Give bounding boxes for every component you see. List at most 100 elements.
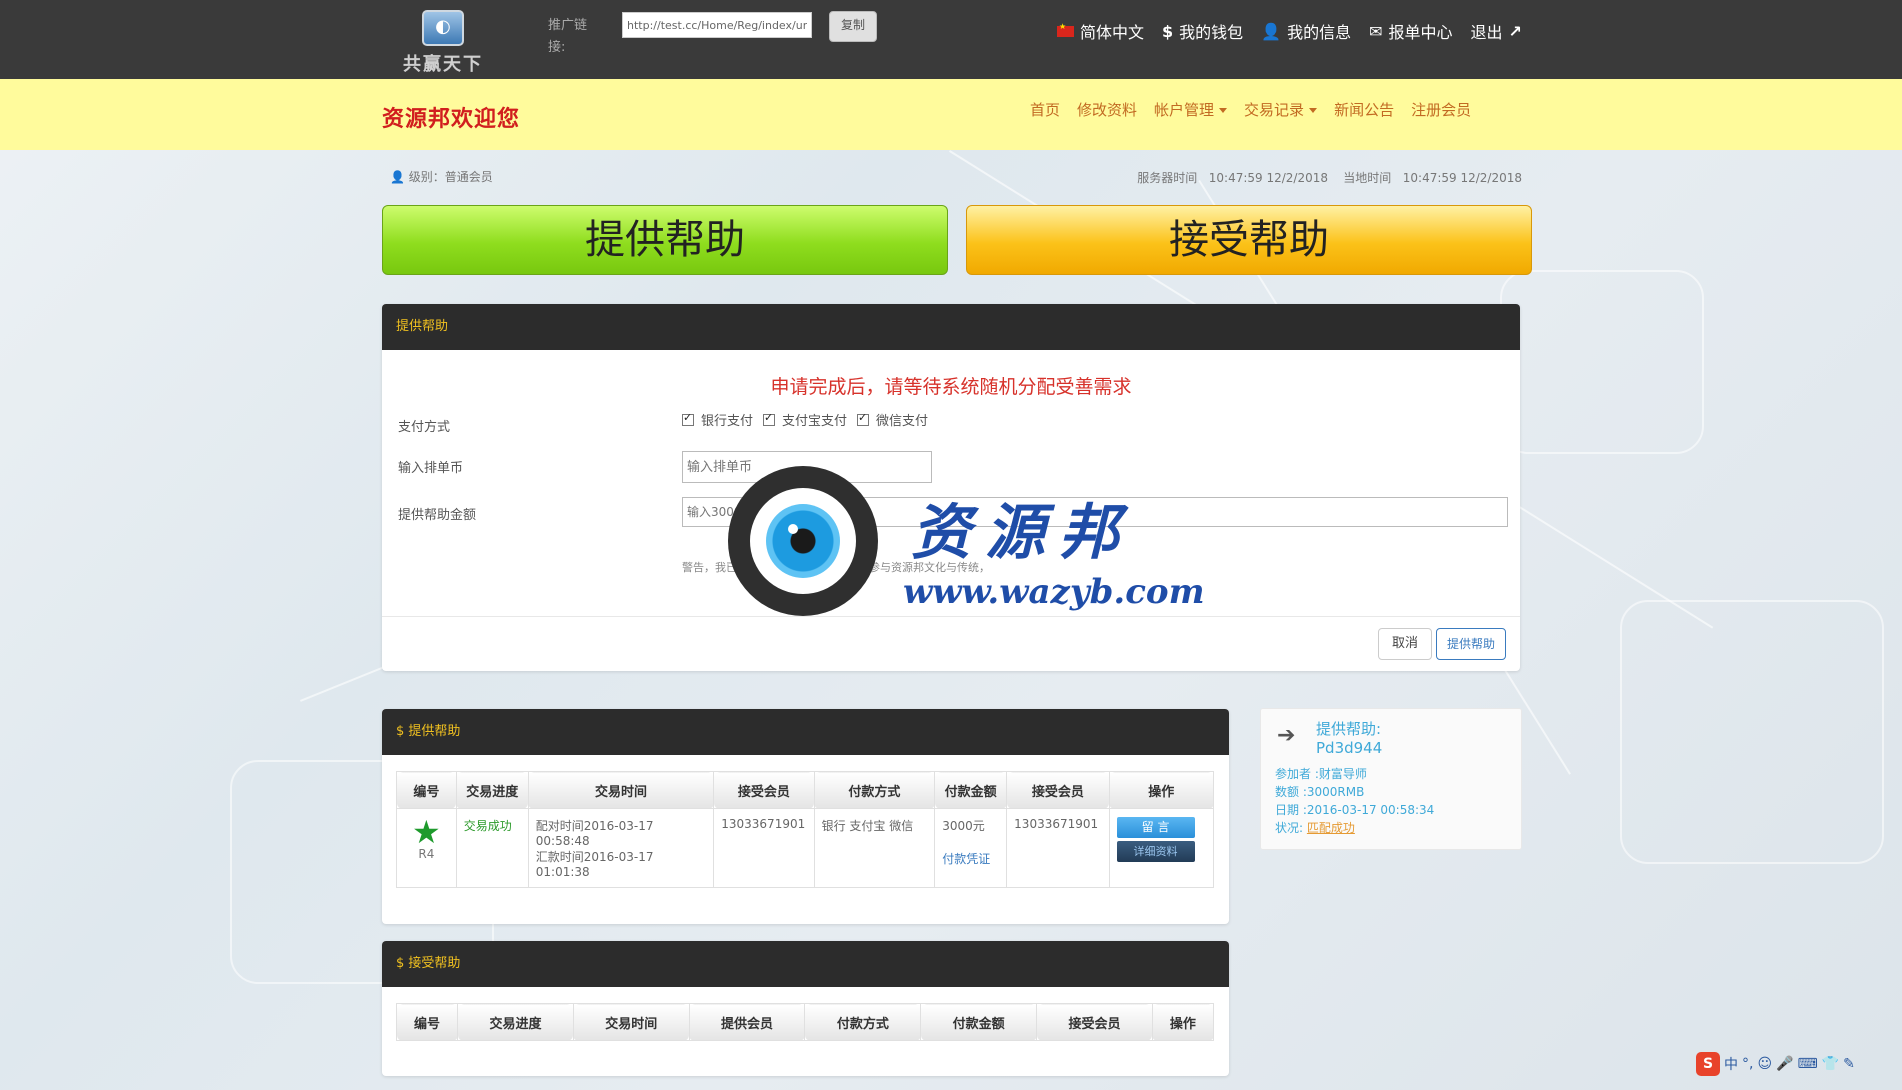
col-header: 接受会员 [1036,1003,1153,1041]
main-header: 资源邦欢迎您 首页 修改资料 帐户管理 交易记录 新闻公告 注册会员 [0,79,1902,150]
coin-input[interactable] [682,451,932,483]
coin-label: 输入排单币 [398,461,464,476]
payment-label: 支付方式 [398,420,451,435]
col-header: 交易进度 [455,771,529,809]
wallet-label: 我的钱包 [1179,23,1244,42]
cancel-button[interactable]: 取消 [1378,628,1432,660]
col-header: 编号 [396,771,457,809]
main-nav: 首页 修改资料 帐户管理 交易记录 新闻公告 注册会员 [1030,99,1471,120]
divider [382,616,1520,617]
wechat-checkbox[interactable] [857,411,870,426]
summary-amount: 数额 :3000RMB [1275,785,1365,799]
nav-news[interactable]: 新闻公告 [1334,99,1394,120]
col-header: 付款金额 [934,771,1008,809]
emoji-icon[interactable]: ☺ [1757,1056,1772,1072]
microphone-icon[interactable]: 🎤 [1776,1056,1793,1072]
local-time: 10:47:59 12/2/2018 [1402,171,1522,185]
provide-summary-card[interactable]: ➔ 提供帮助: Pd3d944 参加者 :财富导师 数额 :3000RMB 日期 … [1260,708,1522,850]
promo-link-input[interactable] [622,12,812,38]
summary-details: 参加者 :财富导师 数额 :3000RMB 日期 :2016-03-17 00:… [1275,765,1434,837]
monitor-icon: ◐ [422,10,464,46]
nav-account[interactable]: 帐户管理 [1154,99,1228,120]
warning-text: 警告，我已完全了解所有风险，我决定参与资源邦文化与传统， [682,561,990,574]
details-button[interactable]: 详细资料 [1116,841,1195,862]
bg-decoration [1500,270,1704,454]
time-info: 服务器时间 10:47:59 12/2/2018 当地时间 10:47:59 1… [1137,169,1522,186]
col-header: 付款方式 [813,771,936,809]
payment-proof-link[interactable]: 付款凭证 [942,850,999,867]
receiver2-cell: 13033671901 [1006,808,1110,888]
nav-account-label: 帐户管理 [1154,101,1215,119]
dollar-icon: $ [1162,21,1174,41]
keyboard-icon[interactable]: ⌨ [1798,1056,1818,1072]
wallet-link[interactable]: $ 我的钱包 [1162,19,1243,43]
ime-toolbar: S 中 °, ☺ 🎤 ⌨ 👕 ✎ [1696,1052,1855,1076]
copy-button[interactable]: 复制 [829,11,877,42]
bank-option-label: 银行支付 [701,414,754,429]
local-time-label: 当地时间 [1343,171,1392,185]
accept-help-button[interactable]: 接受帮助 [966,205,1532,275]
alipay-option-label: 支付宝支付 [782,414,848,429]
table-header-row: 编号 交易进度 交易时间 接受会员 付款方式 付款金额 接受会员 操作 [396,771,1215,809]
method-cell: 银行 支付宝 微信 [813,808,936,888]
logout-label: 退出 [1470,23,1503,42]
ime-punctuation-icon[interactable]: °, [1742,1056,1753,1072]
language-link[interactable]: 简体中文 [1057,19,1144,43]
col-header: 付款金额 [920,1003,1038,1041]
summary-code: Pd3d944 [1316,739,1383,757]
match-time: 配对时间2016-03-17 00:58:48 [535,819,654,848]
provide-help-button[interactable]: 提供帮助 [382,205,948,275]
user-icon: 👤 [1261,21,1282,41]
status-label: 状况: [1275,821,1304,835]
summary-title-text: 提供帮助: [1316,720,1382,738]
col-header: 提供会员 [688,1003,806,1041]
top-bar: ◐ 共赢天下 推广链接: 复制 简体中文 $ 我的钱包 👤 我的信息 ✉ 报单中心 退… [0,0,1902,79]
summary-title: 提供帮助: Pd3d944 [1316,720,1382,758]
progress-cell: 交易成功 [455,808,529,888]
alipay-checkbox[interactable] [763,411,776,426]
bank-checkbox[interactable] [682,411,694,426]
skin-icon[interactable]: 👕 [1822,1056,1839,1072]
wechat-option-label: 微信支付 [876,414,929,429]
col-header: 操作 [1151,1003,1215,1041]
order-center-label: 报单中心 [1388,23,1453,42]
logo[interactable]: ◐ 共赢天下 [398,10,488,75]
envelope-icon: ✉ [1369,21,1383,41]
amount-input[interactable] [682,497,1508,527]
message-button[interactable]: 留 言 [1116,817,1195,838]
nav-register[interactable]: 注册会员 [1411,99,1471,120]
submit-provide-button[interactable]: 提供帮助 [1436,628,1506,660]
sogou-logo-icon[interactable]: S [1696,1052,1720,1076]
share-arrow-icon: ↗ [1508,21,1522,41]
arrow-right-icon: ➔ [1277,723,1296,748]
status-value: 匹配成功 [1306,821,1355,835]
bg-decoration [1620,600,1884,864]
tools-icon[interactable]: ✎ [1843,1056,1855,1072]
progress-status: 交易成功 [463,819,512,833]
ime-chinese-toggle[interactable]: 中 [1724,1054,1738,1074]
amount-value: 3000元 [942,819,985,833]
user-icon: 👤 [390,170,409,184]
col-header: 接受会员 [1006,771,1110,809]
order-center-link[interactable]: ✉ 报单中心 [1369,19,1452,43]
china-flag-icon [1057,22,1074,37]
nav-edit-profile[interactable]: 修改资料 [1077,99,1137,120]
caret-down-icon [1309,108,1318,113]
top-nav: 简体中文 $ 我的钱包 👤 我的信息 ✉ 报单中心 退出 ↗ [1057,19,1522,43]
receiver-cell: 13033671901 [713,808,815,888]
summary-date: 日期 :2016-03-17 00:58:34 [1275,803,1435,817]
table-header-row: 编号 交易进度 交易时间 提供会员 付款方式 付款金额 接受会员 操作 [395,1003,1215,1041]
nav-records[interactable]: 交易记录 [1244,99,1318,120]
my-info-link[interactable]: 👤 我的信息 [1261,19,1351,43]
nav-home[interactable]: 首页 [1030,99,1060,120]
my-info-label: 我的信息 [1287,23,1352,42]
logout-link[interactable]: 退出 ↗ [1471,19,1522,43]
time-cell: 配对时间2016-03-17 00:58:48 汇款时间2016-03-17 01… [527,808,715,888]
provide-help-records: $ 提供帮助 编号 交易进度 交易时间 接受会员 付款方式 付款金额 接受会员 … [382,709,1229,924]
welcome-title: 资源邦欢迎您 [382,106,521,132]
promo-link-label: 推广链接: [548,18,588,55]
member-level-text: 级别：普通会员 [408,170,493,184]
col-header: 编号 [395,1003,459,1041]
id-cell: ★ R4 [396,808,457,888]
provide-records-table: 编号 交易进度 交易时间 接受会员 付款方式 付款金额 接受会员 操作 ★ R4 … [396,771,1215,888]
